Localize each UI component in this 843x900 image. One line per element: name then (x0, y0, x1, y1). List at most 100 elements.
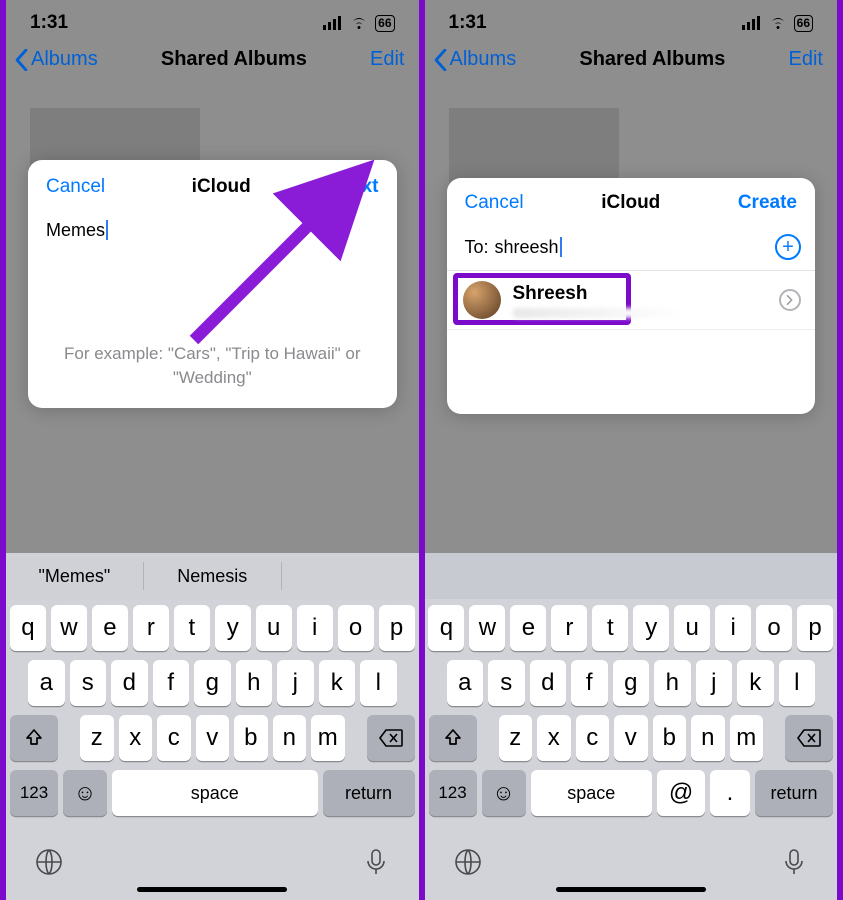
dot-key[interactable]: . (710, 770, 750, 816)
key-f[interactable]: f (571, 660, 608, 706)
key-q[interactable]: q (428, 605, 464, 651)
battery-icon: 66 (375, 15, 394, 32)
key-e[interactable]: e (92, 605, 128, 651)
key-m[interactable]: m (311, 715, 345, 761)
key-a[interactable]: a (28, 660, 65, 706)
key-q[interactable]: q (10, 605, 46, 651)
create-button[interactable]: Create (738, 192, 797, 214)
key-r[interactable]: r (551, 605, 587, 651)
key-u[interactable]: u (674, 605, 710, 651)
key-n[interactable]: n (691, 715, 725, 761)
key-h[interactable]: h (654, 660, 691, 706)
shift-key[interactable] (10, 715, 58, 761)
return-key[interactable]: return (755, 770, 833, 816)
key-j[interactable]: j (696, 660, 733, 706)
key-b[interactable]: b (653, 715, 687, 761)
key-b[interactable]: b (234, 715, 268, 761)
key-r[interactable]: r (133, 605, 169, 651)
key-h[interactable]: h (236, 660, 273, 706)
key-n[interactable]: n (273, 715, 307, 761)
emoji-key[interactable]: ☺ (482, 770, 526, 816)
status-time: 1:31 (449, 12, 487, 34)
key-g[interactable]: g (613, 660, 650, 706)
key-k[interactable]: k (737, 660, 774, 706)
back-label: Albums (450, 48, 517, 71)
key-e[interactable]: e (510, 605, 546, 651)
key-c[interactable]: c (576, 715, 610, 761)
key-d[interactable]: d (530, 660, 567, 706)
globe-icon[interactable] (453, 847, 483, 877)
key-v[interactable]: v (614, 715, 648, 761)
back-label: Albums (31, 48, 98, 71)
nav-bar: Albums Shared Albums Edit (6, 38, 419, 83)
contact-suggestion-row[interactable]: Shreesh (447, 271, 816, 330)
key-v[interactable]: v (196, 715, 230, 761)
sheet-title: iCloud (192, 176, 251, 198)
numbers-key[interactable]: 123 (429, 770, 477, 816)
key-k[interactable]: k (319, 660, 356, 706)
mic-icon[interactable] (779, 847, 809, 877)
back-button[interactable]: Albums (433, 48, 517, 71)
key-i[interactable]: i (715, 605, 751, 651)
key-z[interactable]: z (499, 715, 533, 761)
wifi-icon (768, 16, 788, 30)
back-button[interactable]: Albums (14, 48, 98, 71)
cancel-button[interactable]: Cancel (46, 176, 105, 198)
key-f[interactable]: f (153, 660, 190, 706)
next-button[interactable]: Next (337, 176, 378, 198)
nav-title: Shared Albums (161, 48, 307, 71)
shift-key[interactable] (429, 715, 477, 761)
key-p[interactable]: p (797, 605, 833, 651)
to-input[interactable]: shreesh (495, 237, 775, 258)
key-d[interactable]: d (111, 660, 148, 706)
mic-icon[interactable] (361, 847, 391, 877)
key-w[interactable]: w (469, 605, 505, 651)
emoji-key[interactable]: ☺ (63, 770, 107, 816)
text-cursor (560, 237, 562, 257)
key-z[interactable]: z (80, 715, 114, 761)
at-key[interactable]: @ (657, 770, 705, 816)
key-x[interactable]: x (537, 715, 571, 761)
edit-button[interactable]: Edit (370, 48, 404, 71)
key-j[interactable]: j (277, 660, 314, 706)
backspace-key[interactable] (367, 715, 415, 761)
globe-icon[interactable] (34, 847, 64, 877)
return-key[interactable]: return (323, 770, 415, 816)
key-u[interactable]: u (256, 605, 292, 651)
space-key[interactable]: space (531, 770, 653, 816)
key-l[interactable]: l (779, 660, 816, 706)
cancel-button[interactable]: Cancel (465, 192, 524, 214)
new-album-sheet: Cancel iCloud Next Memes For example: "C… (28, 160, 397, 408)
key-w[interactable]: w (51, 605, 87, 651)
key-t[interactable]: t (174, 605, 210, 651)
key-y[interactable]: y (215, 605, 251, 651)
album-name-input[interactable]: Memes (28, 214, 397, 242)
backspace-key[interactable] (785, 715, 833, 761)
key-o[interactable]: o (756, 605, 792, 651)
key-p[interactable]: p (379, 605, 415, 651)
key-l[interactable]: l (360, 660, 397, 706)
space-key[interactable]: space (112, 770, 318, 816)
key-s[interactable]: s (70, 660, 107, 706)
key-c[interactable]: c (157, 715, 191, 761)
status-indicators: 66 (742, 15, 813, 32)
suggestion[interactable]: "Memes" (6, 553, 143, 599)
album-name-hint: For example: "Cars", "Trip to Hawaii" or… (28, 242, 397, 390)
key-s[interactable]: s (488, 660, 525, 706)
key-x[interactable]: x (119, 715, 153, 761)
disclosure-button[interactable] (779, 289, 801, 311)
keyboard: qwertyuiop asdfghjkl zxcvbnm 123 ☺ space… (425, 553, 838, 900)
key-g[interactable]: g (194, 660, 231, 706)
key-t[interactable]: t (592, 605, 628, 651)
key-m[interactable]: m (730, 715, 764, 761)
cellular-icon (323, 16, 343, 30)
edit-button[interactable]: Edit (789, 48, 823, 71)
key-y[interactable]: y (633, 605, 669, 651)
key-i[interactable]: i (297, 605, 333, 651)
suggestion-empty (282, 553, 419, 599)
key-o[interactable]: o (338, 605, 374, 651)
key-a[interactable]: a (447, 660, 484, 706)
suggestion[interactable]: Nemesis (144, 553, 281, 599)
numbers-key[interactable]: 123 (10, 770, 58, 816)
add-contact-button[interactable]: + (775, 234, 801, 260)
